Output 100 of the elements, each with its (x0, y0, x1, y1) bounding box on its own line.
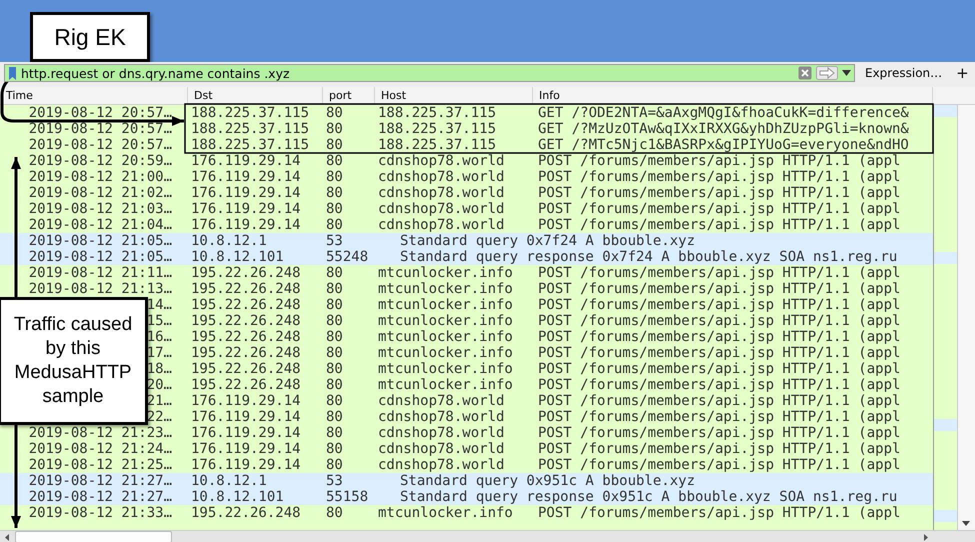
host-cell-text: mtcunlocker.info (377, 505, 514, 521)
host-cell-text: cdnshop78.world (377, 457, 506, 473)
dst-cell-text: 176.119.29.14 (190, 457, 302, 473)
port-cell-text: 80 (325, 105, 344, 121)
time-cell: 2019-08-12 21:05… (28, 249, 172, 265)
time-cell: 2019-08-12 20:57… (28, 105, 172, 121)
info-cell-text: POST /forums/members/api.jsp HTTP/1.1 (appl (537, 425, 902, 441)
scroll-left-icon[interactable] (5, 534, 9, 540)
dropdown-caret-icon[interactable] (842, 70, 851, 76)
port-cell-text: 80 (325, 201, 344, 217)
scrollbar-thumb[interactable] (15, 531, 172, 542)
port-cell-text: 80 (325, 169, 344, 185)
packet-row[interactable]: 2019-08-12 21:25… 176.119.29.14 80 cdnshop78.world POST /forums/members/api.jsp HTTP/1.1 (appl (0, 457, 933, 473)
time-cell: 2019-08-12 21:04… (28, 217, 172, 233)
filter-text[interactable]: http.request or dns.qry.name contains .xyz (21, 66, 794, 80)
column-header[interactable]: Time (0, 87, 188, 104)
dst-cell-text: 176.119.29.14 (190, 185, 302, 201)
packet-row[interactable]: 2019-08-12 21:11… 195.22.26.248 80 mtcunlocker.info POST /forums/members/api.jsp HTTP/1.1 (appl (0, 265, 933, 281)
port-cell-text: 55158 (325, 489, 370, 505)
port-cell-text: 53 (325, 473, 344, 489)
host-cell-text: 188.225.37.115 (377, 105, 498, 121)
port-cell-text: 80 (325, 281, 344, 297)
time-cell: 14… (146, 297, 172, 313)
time-cell: 20… (146, 377, 172, 393)
packet-row[interactable]: 2019-08-12 21:33… 195.22.26.248 80 mtcunlocker.info POST /forums/members/api.jsp HTTP/1.1 (appl (0, 505, 933, 521)
packet-row[interactable]: 2019-08-12 20:57… 188.225.37.115 80 188.225.37.115 GET /?MzUzOTAw&qIXxIRXXG&yhDhZUzpPGli=known& (0, 121, 933, 137)
horizontal-scrollbar[interactable] (0, 530, 975, 542)
host-cell-text: cdnshop78.world (377, 185, 506, 201)
packet-row[interactable]: 2019-08-12 21:05… 10.8.12.101 55248 Standard query response 0x7f24 A bbouble.xyz SOA ns1.reg.ru (0, 249, 933, 265)
packet-row[interactable]: 2019-08-12 21:04… 176.119.29.14 80 cdnshop78.world POST /forums/members/api.jsp HTTP/1.1 (appl (0, 217, 933, 233)
port-cell-text: 80 (325, 329, 344, 345)
time-cell: 2019-08-12 21:03… (28, 201, 172, 217)
port-cell-text: 80 (325, 393, 344, 409)
port-cell-text: 80 (325, 441, 344, 457)
column-header[interactable]: port (323, 87, 375, 104)
time-cell: 2019-08-12 21:11… (28, 265, 172, 281)
info-cell-text: POST /forums/members/api.jsp HTTP/1.1 (appl (537, 409, 902, 425)
add-button[interactable]: + (952, 64, 973, 82)
time-cell: 2019-08-12 21:24… (28, 441, 172, 457)
port-cell-text: 80 (325, 137, 344, 153)
port-cell-text: 55248 (325, 249, 370, 265)
scroll-down-icon[interactable] (962, 521, 970, 526)
port-cell-text: 53 (325, 233, 344, 249)
annotation-label: Rig EK (30, 12, 150, 62)
info-cell-text: POST /forums/members/api.jsp HTTP/1.1 (appl (537, 265, 902, 281)
time-cell: 17… (146, 345, 172, 361)
host-cell-text: mtcunlocker.info (377, 313, 514, 329)
port-cell-text: 80 (325, 377, 344, 393)
host-cell-text: mtcunlocker.info (377, 265, 514, 281)
port-cell-text: 80 (325, 425, 344, 441)
packet-row[interactable]: 2019-08-12 21:00… 176.119.29.14 80 cdnshop78.world POST /forums/members/api.jsp HTTP/1.1 (appl (0, 169, 933, 185)
dst-cell-text: 176.119.29.14 (190, 441, 302, 457)
time-cell: 2019-08-12 20:57… (28, 121, 172, 137)
column-header[interactable]: Host (375, 87, 533, 104)
packet-row[interactable]: 2019-08-12 21:05… 10.8.12.1 53 Standard query 0x7f24 A bbouble.xyz (0, 233, 933, 249)
packet-row[interactable]: 2019-08-12 21:03… 176.119.29.14 80 cdnshop78.world POST /forums/members/api.jsp HTTP/1.1 (appl (0, 201, 933, 217)
dst-cell-text: 176.119.29.14 (190, 409, 302, 425)
port-cell-text: 80 (325, 185, 344, 201)
host-cell-text: cdnshop78.world (377, 441, 506, 457)
host-cell-text: mtcunlocker.info (377, 329, 514, 345)
time-cell: 2019-08-12 21:00… (28, 169, 172, 185)
port-cell-text: 80 (325, 297, 344, 313)
info-cell-text: POST /forums/members/api.jsp HTTP/1.1 (appl (537, 457, 902, 473)
port-cell-text: 80 (325, 409, 344, 425)
clear-icon[interactable] (798, 66, 812, 80)
annotation-tooltip: Traffic caused by this MedusaHTTP sample (0, 297, 148, 425)
dst-cell-text: 195.22.26.248 (190, 297, 302, 313)
info-cell-text: GET /?MzUzOTAw&qIXxIRXXG&yhDhZUzpPGli=known& (537, 121, 910, 137)
scroll-right-icon[interactable] (924, 534, 928, 540)
time-cell: 2019-08-12 21:33… (28, 505, 172, 521)
info-cell-text: POST /forums/members/api.jsp HTTP/1.1 (appl (537, 505, 902, 521)
packet-row[interactable]: 2019-08-12 21:23… 176.119.29.14 80 cdnshop78.world POST /forums/members/api.jsp HTTP/1.1 (appl (0, 425, 933, 441)
time-cell: 2019-08-12 20:57… (28, 137, 172, 153)
info-cell-text: POST /forums/members/api.jsp HTTP/1.1 (appl (537, 201, 902, 217)
packet-row[interactable]: 2019-08-12 21:27… 10.8.12.101 55158 Standard query response 0x951c A bbouble.xyz SOA ns1.reg.ru (0, 489, 933, 505)
time-cell: 22… (146, 409, 172, 425)
info-cell-text: POST /forums/members/api.jsp HTTP/1.1 (appl (537, 441, 902, 457)
packet-row[interactable]: 2019-08-12 20:57… 188.225.37.115 80 188.225.37.115 GET /?ODE2NTA=&aAxgMQgI&fhoaCukK=difference& (0, 105, 933, 121)
filter-field[interactable]: http.request or dns.qry.name contains .xyz (4, 64, 855, 82)
dst-cell-text: 195.22.26.248 (190, 265, 302, 281)
packet-row[interactable]: 2019-08-12 20:57… 188.225.37.115 80 188.225.37.115 GET /?MTc5Njc1&BASRPx&gIPIYUoG=everyone&ndHO (0, 137, 933, 153)
packet-row[interactable]: 2019-08-12 21:24… 176.119.29.14 80 cdnshop78.world POST /forums/members/api.jsp HTTP/1.1 (appl (0, 441, 933, 457)
host-cell-text: 188.225.37.115 (377, 137, 498, 153)
packet-row[interactable]: 2019-08-12 21:13… 195.22.26.248 80 mtcunlocker.info POST /forums/members/api.jsp HTTP/1.1 (appl (0, 281, 933, 297)
dst-cell-text: 10.8.12.101 (190, 249, 285, 265)
column-header[interactable]: Dst (188, 87, 323, 104)
packet-row[interactable]: 2019-08-12 20:59… 176.119.29.14 80 cdnshop78.world POST /forums/members/api.jsp HTTP/1.1 (appl (0, 153, 933, 169)
time-cell: 2019-08-12 21:02… (28, 185, 172, 201)
packet-row[interactable]: 2019-08-12 21:27… 10.8.12.1 53 Standard query 0x951c A bbouble.xyz (0, 473, 933, 489)
packet-row[interactable]: 2019-08-12 21:02… 176.119.29.14 80 cdnshop78.world POST /forums/members/api.jsp HTTP/1.1 (appl (0, 185, 933, 201)
time-cell: 2019-08-12 21:05… (28, 233, 172, 249)
dst-cell-text: 195.22.26.248 (190, 345, 302, 361)
column-header[interactable]: Info (533, 87, 933, 104)
bookmark-icon[interactable] (8, 66, 17, 80)
vertical-scrollbar[interactable] (957, 105, 975, 530)
dst-cell-text: 195.22.26.248 (190, 281, 302, 297)
time-cell: 2019-08-12 21:13… (28, 281, 172, 297)
dst-cell-text: 10.8.12.101 (190, 489, 285, 505)
info-cell-text: Standard query 0x7f24 A bbouble.xyz (399, 233, 696, 249)
port-cell-text: 80 (325, 505, 344, 521)
